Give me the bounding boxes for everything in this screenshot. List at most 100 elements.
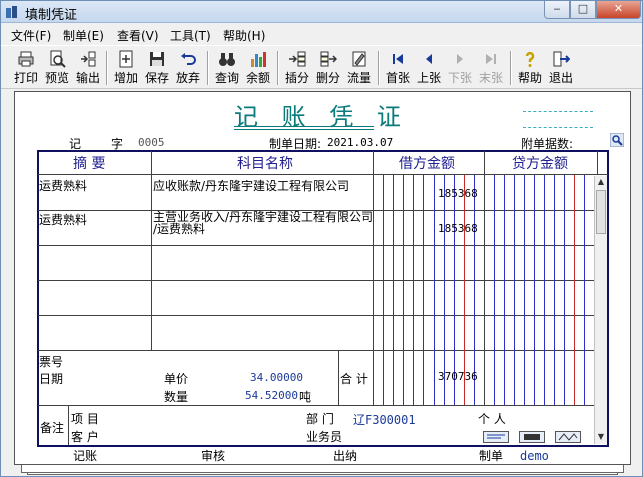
- note-label: 备注: [40, 421, 65, 435]
- vertical-scrollbar[interactable]: ▲ ▼: [594, 176, 607, 444]
- row1-summary[interactable]: 运费熟料: [39, 177, 87, 194]
- digit-column-line: [423, 175, 424, 405]
- scroll-thumb[interactable]: [596, 190, 606, 234]
- save-button[interactable]: 保存: [143, 49, 171, 87]
- insert-row-icon: [289, 51, 306, 67]
- delete-entry-button[interactable]: 删分: [314, 49, 342, 87]
- voucher-date[interactable]: 2021.03.07: [327, 136, 393, 149]
- flow-icon: [352, 51, 366, 67]
- row2-account-detail[interactable]: /运费熟料: [153, 223, 205, 235]
- scroll-down-icon[interactable]: ▼: [595, 431, 607, 443]
- digit-column-line: [534, 175, 535, 405]
- header-account: 科目名称: [237, 156, 293, 172]
- last-voucher-button[interactable]: 末张: [477, 49, 505, 87]
- menu-voucher[interactable]: 制单(E): [63, 27, 104, 44]
- quantity-label: 数量: [164, 390, 189, 404]
- prev-icon: [426, 54, 432, 64]
- bill-number-label: 票号: [39, 355, 64, 369]
- title-underline: [234, 129, 374, 130]
- salesman-label: 业务员: [306, 430, 343, 444]
- first-voucher-button[interactable]: 首张: [384, 49, 412, 87]
- undo-icon: [181, 53, 196, 65]
- print-button[interactable]: 打印: [12, 49, 40, 87]
- digit-column-line: [514, 175, 515, 405]
- digit-column-line: [393, 175, 394, 405]
- help-icon: [525, 51, 535, 67]
- first-icon: [393, 54, 403, 64]
- digit-column-line: [544, 175, 545, 405]
- header-credit: 贷方金额: [512, 156, 568, 172]
- project-label: 项 目: [71, 412, 99, 426]
- maximize-button[interactable]: □: [570, 1, 596, 19]
- minimize-button[interactable]: ‒: [544, 1, 570, 19]
- digit-column-line: [383, 175, 384, 405]
- row1-debit[interactable]: 185368: [438, 187, 478, 200]
- digit-column-line: [494, 175, 495, 405]
- digit-column-line: [413, 175, 414, 405]
- last-icon: [486, 54, 496, 64]
- preview-button[interactable]: 预览: [43, 49, 71, 87]
- save-icon: [150, 52, 164, 66]
- exit-icon: [553, 51, 570, 67]
- unit-price-label: 单价: [164, 372, 189, 386]
- voucher-window: 填制凭证 ‒ □ ✕ 文件(F) 制单(E) 查看(V) 工具(T) 帮助(H)…: [0, 0, 643, 477]
- title-bar: 填制凭证 ‒ □ ✕: [1, 1, 642, 23]
- query-button[interactable]: 查询: [213, 49, 241, 87]
- edit-note-icon[interactable]: [483, 431, 509, 443]
- add-icon: [119, 50, 133, 68]
- output-button[interactable]: 输出: [74, 49, 102, 87]
- voucher-number[interactable]: 0005: [138, 136, 165, 149]
- flow-button[interactable]: 流量: [345, 49, 373, 87]
- date2-label: 日期: [39, 372, 64, 386]
- maker-name: demo: [520, 449, 549, 463]
- next-icon: [457, 54, 463, 64]
- add-button[interactable]: 增加: [112, 49, 140, 87]
- dashed-line: [523, 127, 593, 128]
- exit-button[interactable]: 退出: [547, 49, 575, 87]
- card-icon[interactable]: [519, 431, 545, 443]
- menu-tools[interactable]: 工具(T): [170, 27, 211, 44]
- row1-account[interactable]: 应收账款/丹东隆宇建设工程有限公司: [153, 177, 349, 194]
- delete-row-icon: [320, 51, 337, 67]
- total-debit: 370736: [438, 370, 478, 383]
- insert-entry-button[interactable]: 插分: [283, 49, 311, 87]
- department-value[interactable]: 辽F300001: [353, 411, 416, 428]
- digit-column-line: [554, 175, 555, 405]
- unit-price[interactable]: 34.00000: [250, 371, 303, 384]
- title-underline: [234, 126, 374, 127]
- digit-column-line: [564, 175, 565, 405]
- reviewer-label: 审核: [201, 449, 226, 463]
- digit-column-line: [403, 175, 404, 405]
- close-button[interactable]: ✕: [596, 1, 641, 19]
- printer-icon: [18, 51, 34, 67]
- row2-debit[interactable]: 185368: [438, 222, 478, 235]
- next-voucher-button[interactable]: 下张: [446, 49, 474, 87]
- row2-summary[interactable]: 运费熟料: [39, 211, 87, 228]
- bookkeeper-label: 记账: [73, 449, 98, 463]
- cashier-label: 出纳: [333, 449, 358, 463]
- output-icon: [81, 51, 96, 67]
- person-label: 个 人: [478, 412, 506, 426]
- header-debit: 借方金额: [399, 156, 455, 172]
- discard-button[interactable]: 放弃: [174, 49, 202, 87]
- maker-label: 制单: [479, 449, 504, 463]
- preview-icon: [50, 50, 66, 68]
- prev-voucher-button[interactable]: 上张: [415, 49, 443, 87]
- digit-column-line: [574, 175, 575, 405]
- grid-pattern-icon[interactable]: [555, 431, 581, 443]
- help-button[interactable]: 帮助: [516, 49, 544, 87]
- menu-view[interactable]: 查看(V): [117, 27, 159, 44]
- quantity-unit: 吨: [299, 390, 312, 404]
- balance-button[interactable]: 余额: [244, 49, 272, 87]
- scroll-up-icon[interactable]: ▲: [595, 176, 607, 188]
- digit-column-line: [434, 175, 435, 405]
- menu-help[interactable]: 帮助(H): [223, 27, 265, 44]
- binoculars-icon: [219, 53, 235, 66]
- toolbar: 打印 预览 输出 增加 保存 放弃 查询 余额 插分 删分 流量 首张 上张 下…: [1, 45, 642, 89]
- total-label: 合 计: [340, 372, 368, 386]
- quantity[interactable]: 54.52000: [245, 389, 298, 402]
- search-icon[interactable]: [610, 133, 624, 147]
- app-icon: [6, 6, 17, 18]
- dashed-line: [523, 111, 593, 112]
- menu-file[interactable]: 文件(F): [11, 27, 51, 44]
